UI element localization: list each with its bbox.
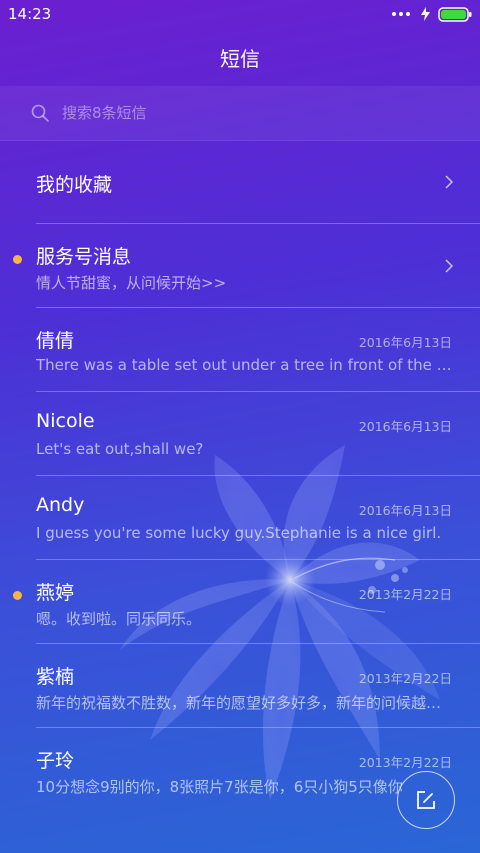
list-item-favorites[interactable]: 我的收藏	[0, 140, 480, 224]
conversation-name: 子玲	[36, 750, 75, 772]
conversation-name: 紫楠	[36, 666, 75, 688]
conversation-item[interactable]: Nicole 2016年6月13日 Let's eat out,shall we…	[0, 392, 480, 476]
conversation-name: 倩倩	[36, 330, 75, 352]
conversation-name: 燕婷	[36, 582, 75, 604]
conversation-date: 2013年2月22日	[358, 755, 452, 770]
conversation-date: 2013年2月22日	[358, 587, 452, 602]
unread-indicator	[13, 591, 22, 600]
search-icon	[31, 104, 49, 122]
conversation-preview: I guess you're some lucky guy.Stephanie …	[36, 524, 442, 542]
conversation-name: 我的收藏	[36, 174, 113, 196]
conversation-item[interactable]: Andy 2016年6月13日 I guess you're some luck…	[0, 476, 480, 560]
conversation-preview: 嗯。收到啦。同乐同乐。	[36, 610, 202, 628]
conversation-preview: Let's eat out,shall we?	[36, 440, 204, 458]
unread-indicator	[13, 255, 22, 264]
conversation-preview: 情人节甜蜜，从问候开始>>	[36, 274, 227, 292]
conversation-preview: 新年的祝福数不胜数，新年的愿望好多好多，新年的问候越来越多	[36, 694, 456, 712]
conversation-list: 我的收藏 服务号消息 情人节甜蜜，从问候开始>> 倩倩 2016年6月13日 T…	[0, 140, 480, 812]
list-item-service-messages[interactable]: 服务号消息 情人节甜蜜，从问候开始>>	[0, 224, 480, 308]
charging-bolt-icon	[421, 7, 430, 21]
status-time: 14:23	[8, 5, 52, 23]
search-input[interactable]	[62, 100, 442, 126]
conversation-date: 2016年6月13日	[358, 503, 452, 518]
conversation-item[interactable]: 倩倩 2016年6月13日 There was a table set out …	[0, 308, 480, 392]
status-bar: 14:23	[0, 0, 480, 28]
conversation-date: 2016年6月13日	[358, 335, 452, 350]
compose-button[interactable]	[397, 771, 455, 829]
dots-icon	[392, 12, 410, 16]
conversation-name: 服务号消息	[36, 246, 132, 268]
battery-icon	[438, 6, 472, 22]
chevron-right-icon	[445, 259, 454, 273]
search-bar[interactable]	[0, 86, 480, 141]
compose-icon	[417, 791, 435, 809]
conversation-item[interactable]: 燕婷 2013年2月22日 嗯。收到啦。同乐同乐。	[0, 560, 480, 644]
conversation-name: Andy	[36, 494, 85, 516]
conversation-date: 2016年6月13日	[358, 419, 452, 434]
page-title: 短信	[220, 47, 260, 71]
conversation-name: Nicole	[36, 410, 95, 432]
conversation-preview: 10分想念9别的你，8张照片7张是你，6只小狗5只像你	[36, 778, 403, 796]
status-icons	[391, 6, 472, 22]
app-header: 短信	[0, 28, 480, 86]
conversation-item[interactable]: 紫楠 2013年2月22日 新年的祝福数不胜数，新年的愿望好多好多，新年的问候越…	[0, 644, 480, 728]
conversation-preview: There was a table set out under a tree i…	[36, 356, 456, 374]
chevron-right-icon	[445, 175, 454, 189]
conversation-date: 2013年2月22日	[358, 671, 452, 686]
